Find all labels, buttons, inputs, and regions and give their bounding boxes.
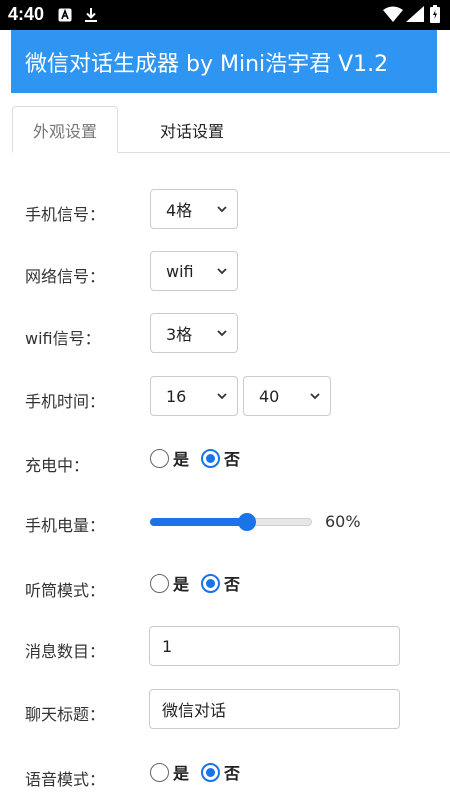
battery-slider[interactable] <box>150 510 312 534</box>
voice-no-label[interactable]: 否 <box>224 760 240 784</box>
charging-no-radio[interactable] <box>201 448 221 468</box>
phone-signal-label: 手机信号： <box>25 205 106 224</box>
charging-row: 充电中： 是 否 <box>0 440 450 484</box>
phone-time-hour-select[interactable]: 16 <box>150 376 238 416</box>
voice-yes-label[interactable]: 是 <box>173 760 189 784</box>
charging-no-label[interactable]: 否 <box>224 446 240 470</box>
status-time: 4:40 <box>8 4 45 24</box>
tab-appearance-settings[interactable]: 外观设置 <box>12 106 118 153</box>
network-signal-row: 网络信号： wifi <box>0 251 450 295</box>
tab-dialog-settings[interactable]: 对话设置 <box>132 106 252 153</box>
chat-title-row: 聊天标题： 微信对话 <box>0 689 450 733</box>
phone-time-minute-select[interactable]: 40 <box>243 376 331 416</box>
phone-time-hour-value: 16 <box>166 386 187 406</box>
earpiece-mode-row: 听筒模式： 是 否 <box>0 565 450 609</box>
wifi-signal-row: wifi信号： 3格 <box>0 313 450 357</box>
voice-mode-radio-group: 是 否 <box>150 760 252 784</box>
wifi-signal-label: wifi信号： <box>25 329 101 348</box>
charging-label: 充电中： <box>25 456 90 475</box>
battery-slider-thumb[interactable] <box>238 513 257 531</box>
earpiece-no-radio[interactable] <box>201 573 221 593</box>
battery-label: 手机电量： <box>25 516 106 535</box>
earpiece-yes-label[interactable]: 是 <box>173 571 189 595</box>
settings-tabs: 外观设置 对话设置 <box>12 106 450 153</box>
app-title-bar: 微信对话生成器 by Mini浩宇君 V1.2 <box>11 30 437 93</box>
chat-title-input[interactable]: 微信对话 <box>149 689 400 729</box>
phone-signal-select[interactable]: 4格 <box>150 189 238 229</box>
battery-slider-fill <box>150 518 248 526</box>
chevron-down-icon <box>217 330 227 337</box>
app-notification-icon <box>58 7 72 26</box>
chevron-down-icon <box>217 268 227 275</box>
chevron-down-icon <box>217 393 227 400</box>
chevron-down-icon <box>310 393 320 400</box>
wifi-icon <box>383 6 403 26</box>
download-icon <box>84 7 98 27</box>
cellular-icon <box>406 6 424 26</box>
voice-mode-label: 语音模式： <box>25 770 106 789</box>
earpiece-yes-radio[interactable] <box>150 573 169 593</box>
phone-time-label: 手机时间： <box>25 392 106 411</box>
chat-title-label: 聊天标题： <box>25 705 106 724</box>
network-signal-select[interactable]: wifi <box>150 251 238 291</box>
charging-yes-radio[interactable] <box>150 448 169 468</box>
earpiece-mode-radio-group: 是 否 <box>150 571 252 595</box>
voice-yes-radio[interactable] <box>150 762 169 782</box>
battery-icon <box>430 5 440 27</box>
voice-no-radio[interactable] <box>201 762 221 782</box>
status-bar: 4:40 <box>0 0 450 30</box>
battery-row: 手机电量： 60% <box>0 500 450 544</box>
phone-signal-value: 4格 <box>166 201 193 220</box>
phone-time-minute-value: 40 <box>259 386 280 406</box>
voice-mode-row: 语音模式： 是 否 <box>0 754 450 798</box>
earpiece-no-label[interactable]: 否 <box>224 571 240 595</box>
phone-signal-row: 手机信号： 4格 <box>0 189 450 233</box>
wifi-signal-value: 3格 <box>166 325 193 344</box>
chevron-down-icon <box>217 206 227 213</box>
network-signal-label: 网络信号： <box>25 267 106 286</box>
message-count-row: 消息数目： 1 <box>0 626 450 670</box>
battery-value: 60% <box>325 512 361 531</box>
app-title: 微信对话生成器 by Mini浩宇君 V1.2 <box>25 51 389 77</box>
wifi-signal-select[interactable]: 3格 <box>150 313 238 353</box>
phone-time-row: 手机时间： 16 40 <box>0 376 450 420</box>
message-count-input[interactable]: 1 <box>149 626 400 666</box>
charging-yes-label[interactable]: 是 <box>173 446 189 470</box>
earpiece-mode-label: 听筒模式： <box>25 581 106 600</box>
message-count-label: 消息数目： <box>25 642 106 661</box>
network-signal-value: wifi <box>166 261 194 281</box>
charging-radio-group: 是 否 <box>150 446 252 470</box>
